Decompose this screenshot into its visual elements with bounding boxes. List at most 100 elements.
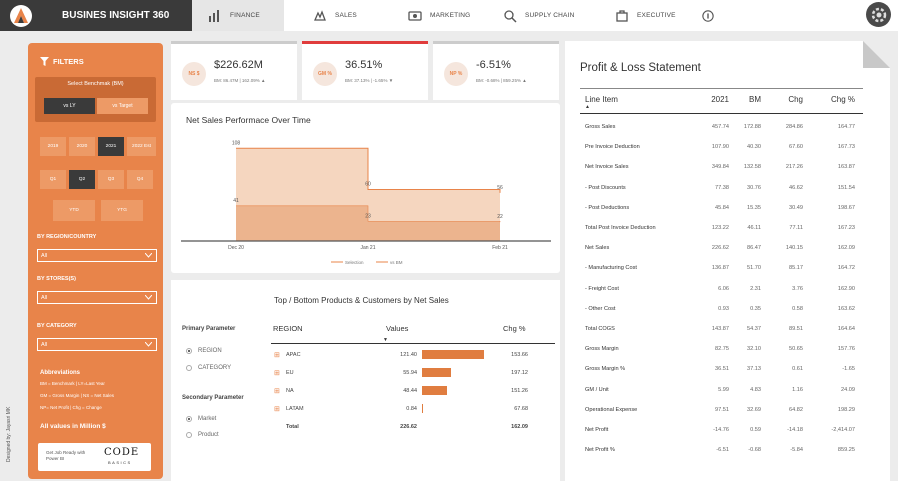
table-row[interactable]: ⊞ NA 48.44 151.26 (266, 386, 560, 406)
period-ytd-button[interactable]: YTD (53, 200, 95, 221)
benchmark-vs-target-button[interactable]: vs Target (97, 98, 148, 114)
pl-header-2021[interactable]: 2021 (705, 95, 729, 104)
stores-dropdown[interactable]: All (37, 291, 157, 304)
pl-cell: 51.70 (747, 265, 761, 272)
x-tick-label: Dec 20 (228, 245, 244, 251)
legend-label: Selection (345, 260, 364, 265)
expand-plus-icon[interactable]: ⊞ (274, 405, 280, 413)
column-header-values[interactable]: Values (386, 324, 408, 333)
column-header-region[interactable]: REGION (273, 324, 303, 333)
pl-row: Gross Margin % 36.51 37.13 0.61 -1.65 (585, 366, 863, 386)
tab-sales[interactable]: SALES (313, 0, 393, 31)
year-2020-button[interactable]: 2020 (69, 137, 95, 156)
pl-row: - Manufacturing Cost 136.87 51.70 85.17 164.… (585, 265, 863, 285)
quarter-q3-button[interactable]: Q3 (98, 170, 124, 189)
year-2022-est-button[interactable]: 2022 Est (127, 137, 156, 156)
tab-label: MARKETING (430, 12, 471, 19)
stores-dropdown-value: All (41, 294, 48, 301)
pl-header-divider (580, 113, 863, 114)
pl-cell: 24.09 (841, 386, 855, 393)
tab-executive[interactable]: EXECUTIVE (615, 0, 695, 31)
app-logo (0, 0, 42, 31)
benchmark-panel: Select Benchmak (BM) vs LY vs Target (35, 77, 156, 122)
pl-cell: -6.51 (716, 447, 729, 454)
expand-plus-icon[interactable]: ⊞ (274, 387, 280, 395)
kpi-value: -6.51% (476, 59, 511, 71)
tab-label: EXECUTIVE (637, 12, 676, 19)
pl-header-chg-pct[interactable]: Chg % (823, 95, 855, 104)
filter-icon (40, 57, 49, 66)
table-row[interactable]: ⊞ LATAM 0.84 67.68 (266, 404, 560, 424)
pl-line-item: Total COGS (585, 326, 615, 332)
data-label: 108 (232, 140, 241, 146)
total-value: 226.62 (400, 424, 417, 430)
net-sales-area-chart[interactable]: 108 60 56 41 23 22 Dec 20 Jan 21 Feb 21 Selection… (171, 103, 560, 273)
top-bottom-title: Top / Bottom Products & Customers by Net… (274, 296, 449, 305)
pl-cell: 164.77 (837, 124, 855, 130)
pl-cell: -5.84 (790, 447, 803, 454)
pl-cell: 77.11 (789, 225, 803, 231)
quarter-q2-button[interactable]: Q2 (69, 170, 95, 189)
info-button[interactable] (702, 0, 722, 31)
kpi-card-net-profit[interactable]: NP % -6.51% BM: -0.68% | 859.25% ▲ (433, 41, 559, 100)
secondary-option-market[interactable]: Market (186, 416, 216, 422)
pl-row: - Freight Cost 6.06 2.31 3.76 162.90 (585, 286, 863, 306)
pl-cell: 36.51 (715, 366, 729, 373)
data-label: 41 (233, 198, 239, 204)
pl-cell: 40.30 (747, 144, 761, 151)
quarter-q1-button[interactable]: Q1 (40, 170, 66, 189)
primary-option-region[interactable]: REGION (186, 348, 222, 354)
expand-plus-icon[interactable]: ⊞ (274, 351, 280, 359)
pl-cell: 167.73 (837, 144, 855, 151)
pl-row: GM / Unit 5.99 4.83 1.16 24.09 (585, 387, 863, 407)
table-row[interactable]: ⊞ APAC 121.40 153.66 (266, 350, 560, 370)
secondary-parameter-title: Secondary Parameter (182, 395, 244, 401)
top-navigation-bar: BUSINES INSIGHT 360 FINANCE SALES MARKET… (0, 0, 898, 31)
quarter-q4-button[interactable]: Q4 (127, 170, 153, 189)
pl-line-item: - Post Discounts (585, 184, 626, 191)
year-2019-button[interactable]: 2019 (40, 137, 66, 156)
radio-unselected (186, 365, 192, 371)
pl-row: - Post Deductions 45.84 15.35 30.49 198.67 (585, 205, 863, 225)
pl-header-bm[interactable]: BM (741, 95, 761, 104)
expand-plus-icon[interactable]: ⊞ (274, 369, 280, 377)
primary-option-category[interactable]: CATEGORY (186, 365, 231, 371)
tab-finance[interactable]: FINANCE (192, 0, 284, 31)
pl-cell: 284.86 (785, 124, 803, 130)
benchmark-vs-ly-button[interactable]: vs LY (44, 98, 95, 114)
pl-cell: 123.22 (711, 225, 729, 231)
pl-cell: 32.69 (747, 406, 761, 413)
total-row: Total 226.62 162.09 (266, 424, 560, 442)
column-header-chg[interactable]: Chg % (503, 324, 526, 333)
region-dropdown[interactable]: All (37, 249, 157, 262)
kpi-badge: NP % (444, 62, 468, 86)
region-name: EU (286, 370, 294, 376)
pl-cell: -14.76 (713, 427, 729, 433)
kpi-card-net-sales[interactable]: NS $ $226.62M BM: 86.47M | 162.09% ▲ (171, 41, 297, 100)
category-dropdown[interactable]: All (37, 338, 157, 351)
pl-header-chg[interactable]: Chg (779, 95, 803, 104)
parameter-panel: Primary Parameter REGION CATEGORY Second… (171, 280, 266, 481)
promo-banner[interactable]: Get Job Ready with Power BI CODE BASICS (38, 443, 151, 471)
pl-cell: 97.51 (715, 406, 729, 413)
tab-marketing[interactable]: MARKETING (408, 0, 493, 31)
kpi-card-gross-margin[interactable]: GM % 36.51% BM: 37.13% | -1.65% ▼ (302, 41, 428, 100)
period-ytg-button[interactable]: YTG (101, 200, 143, 221)
secondary-option-product[interactable]: Product (186, 432, 219, 438)
data-label: 56 (497, 185, 503, 191)
pl-cell: 64.82 (789, 406, 803, 413)
pl-cell: 198.29 (837, 406, 855, 413)
year-2021-button[interactable]: 2021 (98, 137, 124, 156)
table-row[interactable]: ⊞ EU 55.94 197.12 (266, 368, 560, 388)
settings-button[interactable] (866, 2, 891, 27)
pl-cell: 226.62 (711, 245, 729, 252)
pl-cell: 172.88 (743, 124, 761, 130)
pl-header-line-item[interactable]: Line Item (585, 95, 618, 104)
pl-row: Pre Invoice Deduction 107.90 40.30 67.60 167… (585, 144, 863, 164)
pl-cell: 89.51 (789, 326, 803, 332)
tab-supply-chain[interactable]: SUPPLY CHAIN (503, 0, 593, 31)
codebasics-logo: CODE (104, 447, 140, 458)
region-chg: 197.12 (511, 370, 528, 376)
region-chg: 67.68 (514, 406, 528, 412)
kpi-badge: NS $ (182, 62, 206, 86)
